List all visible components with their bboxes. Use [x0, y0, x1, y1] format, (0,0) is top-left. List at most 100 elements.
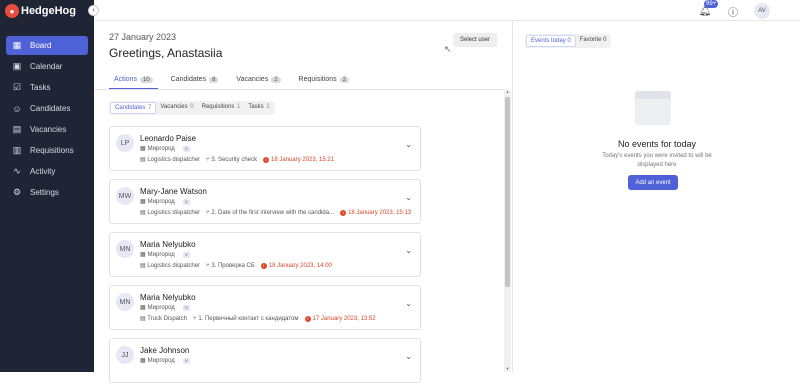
tab-requisitions[interactable]: Requisitions 2: [294, 76, 354, 90]
stage-label: 1. Первичный контакт с кандидатом: [198, 315, 299, 322]
subtab-label: Tasks: [248, 104, 264, 110]
action-card[interactable]: MN Maria Nelyubko ▦ Миргород V ▤ Truck Dis…: [109, 285, 421, 330]
chevron-down-icon[interactable]: ⌄: [405, 352, 412, 361]
sidebar-item-settings[interactable]: ⚙ Settings: [6, 183, 88, 202]
sidebar-item-label: Candidates: [30, 104, 71, 113]
user-avatar[interactable]: AV: [754, 3, 770, 19]
stage: ⑂ 3. Проверка СБ: [206, 263, 255, 269]
candidate-city: ▦ Миргород V: [140, 145, 190, 152]
tab-events-today[interactable]: Events today 0: [526, 35, 576, 47]
scrollbar[interactable]: ▲ ▼: [504, 89, 511, 372]
subtab-candidates[interactable]: Candidates 7: [110, 102, 157, 114]
sidebar-item-label: Settings: [30, 188, 59, 197]
tab-count: 10: [139, 77, 153, 83]
city-badge: V: [182, 145, 190, 152]
sidebar-item-requisitions[interactable]: ▥ Requisitions: [6, 141, 88, 160]
stage-label: 3. Проверка СБ: [211, 262, 255, 269]
collapse-sidebar-button[interactable]: ‹: [88, 5, 99, 16]
alert-icon: !: [340, 209, 347, 216]
stage-label: 3. Security check: [211, 156, 258, 163]
sidebar-item-board[interactable]: ▦ Board: [6, 36, 88, 55]
tab-count: 2: [271, 77, 281, 83]
tabs-divider: [94, 89, 504, 90]
candidate-name[interactable]: Jake Johnson: [140, 346, 189, 355]
alert-icon: !: [260, 262, 267, 269]
city-label: Миргород: [147, 251, 175, 258]
card-meta: ▤ Logistics dispatcher ⑂ 3. Security che…: [140, 156, 334, 163]
sidebar-item-activity[interactable]: ∿ Activity: [6, 162, 88, 181]
sidebar-item-label: Calendar: [30, 62, 63, 71]
subtab-tasks[interactable]: Tasks 2: [244, 102, 273, 114]
tab-label: Requisitions: [298, 76, 337, 83]
select-user-button[interactable]: Select user: [453, 33, 497, 47]
tab-label: Vacancies: [236, 76, 269, 83]
vacancy-label: Logistics dispatcher: [147, 157, 201, 163]
tab-favorite[interactable]: Favorite 0: [576, 35, 611, 47]
sidebar-nav: ▦ Board ▣ Calendar ☑ Tasks ☺ Candidates …: [0, 36, 94, 202]
sidebar-item-tasks[interactable]: ☑ Tasks: [6, 78, 88, 97]
action-card[interactable]: MW Mary-Jane Watson ▦ Миргород V ▤ Logisti…: [109, 179, 421, 224]
activity-icon: ∿: [13, 166, 21, 176]
candidate-name[interactable]: Leonardo Paise: [140, 134, 196, 143]
chevron-down-icon[interactable]: ⌄: [405, 246, 412, 255]
tab-count: 8: [209, 77, 219, 83]
candidate-name[interactable]: Maria Nelyubko: [140, 293, 196, 302]
tab-label: Favorite: [579, 37, 602, 43]
action-card[interactable]: LP Leonardo Paise ▦ Миргород V ▤ Logistics…: [109, 126, 421, 171]
sidebar-item-label: Activity: [30, 167, 56, 176]
avatar: JJ: [116, 346, 134, 364]
subtab-count: 0: [190, 104, 194, 110]
tab-label: Actions: [114, 76, 137, 83]
subtab-count: 1: [237, 104, 241, 110]
card-meta: ▤ Logistics dispatcher ⑂ 2. Date of the …: [140, 209, 411, 216]
help-icon: ⓘ: [728, 7, 738, 19]
notifications-button[interactable]: 🔔︎ 99+: [698, 0, 719, 18]
subtabs: Candidates 7 Vacancies 0 Requisitions 1 …: [109, 101, 275, 115]
sidebar-item-candidates[interactable]: ☺ Candidates: [6, 99, 88, 118]
chevron-down-icon[interactable]: ⌄: [405, 299, 412, 308]
chevron-down-icon[interactable]: ⌄: [405, 140, 412, 149]
alert-icon: !: [263, 156, 270, 163]
due-date: ! 18 January 2023, 14:00: [260, 262, 332, 269]
scroll-up-arrow-icon[interactable]: ▲: [504, 89, 511, 95]
candidate-city: ▦ Миргород V: [140, 198, 190, 205]
action-card[interactable]: JJ Jake Johnson ▦ Миргород V ⌄: [109, 338, 421, 383]
action-card[interactable]: MN Maria Nelyubko ▦ Миргород V ▤ Logistics…: [109, 232, 421, 277]
sidebar-item-vacancies[interactable]: ▤ Vacancies: [6, 120, 88, 139]
sidebar-item-label: Vacancies: [30, 125, 67, 134]
tab-vacancies[interactable]: Vacancies 2: [231, 76, 285, 90]
scroll-down-arrow-icon[interactable]: ▼: [504, 366, 511, 372]
due-date-label: 18 January 2023, 15:13: [348, 209, 412, 216]
page-title: Greetings, Anastasiia: [109, 46, 223, 60]
stage: ⑂ 1. Первичный контакт с кандидатом: [193, 316, 299, 322]
vacancy: ▤ Logistics dispatcher: [140, 209, 200, 216]
subtab-label: Candidates: [115, 105, 146, 111]
sidebar-item-calendar[interactable]: ▣ Calendar: [6, 57, 88, 76]
candidate-city: ▦ Миргород V: [140, 357, 190, 364]
building-icon: ▦: [140, 252, 146, 258]
current-date: 27 January 2023: [109, 32, 177, 42]
subtab-vacancies[interactable]: Vacancies 0: [156, 102, 197, 114]
scroll-thumb[interactable]: [505, 97, 510, 287]
due-date: ! 18 January 2023, 15:21: [263, 156, 334, 163]
subtab-requisitions[interactable]: Requisitions 1: [198, 102, 245, 114]
avatar: MN: [116, 293, 134, 311]
notifications-badge: 99+: [704, 0, 719, 8]
candidate-name[interactable]: Mary-Jane Watson: [140, 187, 207, 196]
due-date: ! 18 January 2023, 15:13: [340, 209, 412, 216]
subtab-label: Vacancies: [160, 104, 188, 110]
vacancy-label: Logistics dispatcher: [147, 210, 201, 216]
subtab-count: 7: [148, 105, 152, 111]
events-tabs: Events today 0 Favorite 0: [525, 34, 612, 48]
tab-candidates[interactable]: Candidates 8: [166, 76, 224, 90]
building-icon: ▦: [140, 199, 146, 205]
tab-actions[interactable]: Actions 10: [109, 76, 158, 90]
main-tabs: Actions 10 Candidates 8 Vacancies 2 Requisi…: [109, 76, 354, 90]
add-event-button[interactable]: Add an event: [628, 175, 678, 190]
stage: ⑂ 2. Date of the first interview with th…: [206, 210, 334, 216]
chevron-down-icon[interactable]: ⌄: [405, 193, 412, 202]
candidate-name[interactable]: Maria Nelyubko: [140, 240, 196, 249]
logo[interactable]: ● HedgeHog: [0, 0, 94, 22]
card-meta: ▤ Logistics dispatcher ⑂ 3. Проверка СБ …: [140, 262, 332, 269]
help-button[interactable]: ⓘ: [726, 4, 740, 19]
